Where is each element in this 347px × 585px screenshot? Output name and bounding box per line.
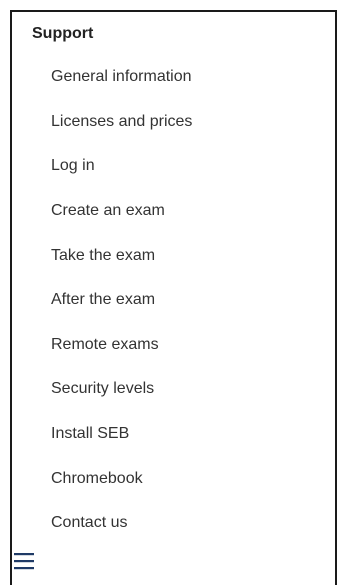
hamburger-menu-icon xyxy=(14,553,34,570)
nav-item-label: After the exam xyxy=(51,291,156,309)
nav-item-label: Remote exams xyxy=(51,335,159,353)
nav-item-after-the-exam[interactable]: After the exam xyxy=(12,278,335,323)
hamburger-menu-button[interactable] xyxy=(14,551,34,571)
section-title: Support xyxy=(32,25,94,42)
nav-item-label: Log in xyxy=(51,157,95,175)
nav-item-label: Licenses and prices xyxy=(51,112,193,130)
nav-item-label: Chromebook xyxy=(51,469,143,487)
nav-item-label: Contact us xyxy=(51,514,128,532)
support-nav-list: General information Licenses and prices … xyxy=(12,55,335,546)
nav-item-licenses-and-prices[interactable]: Licenses and prices xyxy=(12,100,335,145)
nav-item-create-an-exam[interactable]: Create an exam xyxy=(12,189,335,234)
nav-item-label: Take the exam xyxy=(51,246,156,264)
nav-item-chromebook[interactable]: Chromebook xyxy=(12,456,335,501)
nav-item-label: General information xyxy=(51,68,192,86)
nav-item-log-in[interactable]: Log in xyxy=(12,144,335,189)
nav-item-contact-us[interactable]: Contact us xyxy=(12,501,335,546)
support-nav-panel: Support General information Licenses and… xyxy=(10,10,337,585)
nav-item-general-information[interactable]: General information xyxy=(12,55,335,100)
nav-item-label: Install SEB xyxy=(51,425,130,443)
nav-item-label: Security levels xyxy=(51,380,155,398)
nav-item-take-the-exam[interactable]: Take the exam xyxy=(12,233,335,278)
nav-item-install-seb[interactable]: Install SEB xyxy=(12,412,335,457)
nav-item-label: Create an exam xyxy=(51,202,165,220)
nav-item-remote-exams[interactable]: Remote exams xyxy=(12,323,335,368)
nav-item-security-levels[interactable]: Security levels xyxy=(12,367,335,412)
